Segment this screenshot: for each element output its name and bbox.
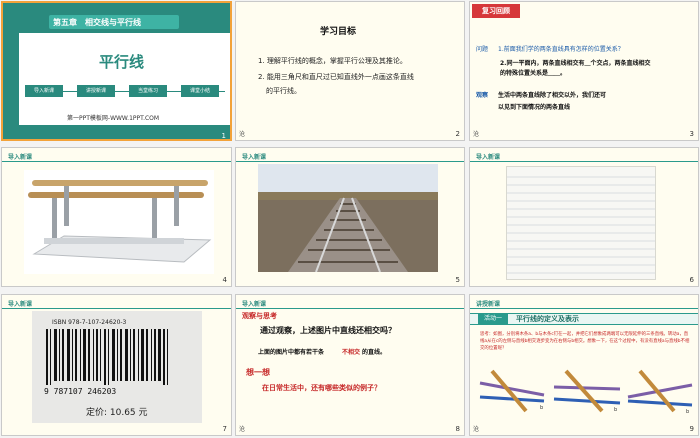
lined-paper-drawing bbox=[507, 176, 655, 274]
railway-track-drawing bbox=[258, 164, 438, 272]
question-2b: 的特殊位置关系是＿＿。 bbox=[500, 70, 567, 77]
chapter-title: 第五章 相交线与平行线 bbox=[53, 18, 141, 27]
slide-thumbnail-6[interactable]: 导入新课 6 bbox=[469, 147, 699, 287]
slide-number: 6 bbox=[689, 276, 694, 284]
slide-thumbnail-4[interactable]: 导入新课 4 bbox=[1, 147, 232, 287]
header-divider bbox=[236, 308, 464, 309]
nav-item-intro[interactable]: 导入新课 bbox=[25, 85, 63, 97]
slide-label: 导入新课 bbox=[8, 301, 33, 308]
answer-suffix: 的直线。 bbox=[362, 349, 387, 356]
slide-note: 沧 bbox=[239, 426, 246, 433]
slide-1-footer: 第一PPT模板网-WWW.1PPT.COM bbox=[67, 115, 160, 122]
activity-tag: 活动一 bbox=[478, 314, 508, 324]
lined-paper-image bbox=[506, 166, 656, 280]
observe-text-1: 生活中两条直线除了相交以外，我们还可 bbox=[498, 92, 607, 99]
nav-item-practice[interactable]: 当堂练习 bbox=[129, 85, 167, 97]
slide-1-bottom-band bbox=[3, 125, 230, 139]
question-2a: 2.同一平面内，两条直线相交有＿个交点，两条直线相交 bbox=[500, 60, 651, 67]
slide-thumbnail-2[interactable]: 学习目标 1. 理解平行线的概念，掌握平行公理及其推论。 2. 能用三角尺和直尺… bbox=[235, 1, 465, 141]
review-tag: 复习回顾 bbox=[472, 4, 520, 18]
slide-label: 导入新课 bbox=[242, 154, 267, 161]
answer-prefix: 上面的图片中都有若干条 bbox=[258, 349, 325, 356]
think-heading: 想一想 bbox=[246, 368, 270, 377]
observe-think-heading: 观察与思考 bbox=[242, 312, 277, 320]
think-question: 在日常生活中，还有哪些类似的例子？ bbox=[262, 384, 381, 392]
slide-number: 9 bbox=[689, 425, 694, 433]
answer-highlight: 不相交 bbox=[342, 349, 361, 356]
slide-thumbnail-9[interactable]: 讲授新课 活动一 平行线的定义及表示 思考：如图，分别将木条a、b与木条c钉在一… bbox=[469, 294, 699, 436]
slide-note: 沧 bbox=[239, 131, 246, 138]
question-label: 问题 bbox=[476, 46, 489, 53]
observe-label: 观察 bbox=[476, 92, 489, 99]
slide-label: 导入新课 bbox=[242, 301, 267, 308]
slide-2-heading: 学习目标 bbox=[320, 27, 357, 37]
slide-1-left-band bbox=[3, 3, 19, 139]
activity-title: 平行线的定义及表示 bbox=[516, 315, 579, 323]
observe-question: 通过观察，上述图片中直线还相交吗？ bbox=[260, 326, 396, 335]
slide-number: 8 bbox=[455, 425, 460, 433]
price-text: 定价: 10.65 元 bbox=[86, 408, 148, 418]
parallel-bars-drawing bbox=[28, 180, 212, 263]
nav-item-summary[interactable]: 课堂小结 bbox=[181, 85, 219, 97]
railway-track-image bbox=[258, 164, 438, 272]
slide-number: 3 bbox=[689, 130, 694, 138]
header-divider bbox=[470, 308, 698, 309]
slide-note: 沧 bbox=[473, 131, 480, 138]
goal-2-cont: 的平行线。 bbox=[266, 87, 301, 95]
slide-thumbnail-7[interactable]: 导入新课 ISBN 978-7-107-24620-3 9 787107 246… bbox=[1, 294, 232, 436]
nav-item-teach[interactable]: 讲授新课 bbox=[77, 85, 115, 97]
slide-note: 沧 bbox=[473, 426, 480, 433]
header-divider bbox=[236, 161, 464, 162]
goal-1: 1. 理解平行线的概念，掌握平行公理及其推论。 bbox=[258, 57, 407, 65]
slide-number: 2 bbox=[455, 130, 460, 138]
barcode-number: 9 787107 246203 bbox=[44, 387, 117, 396]
think-paragraph: 思考：如图，分别将木条a、b与木条c钉在一起，并把它们想象成两端可以无限延伸的三… bbox=[480, 332, 690, 351]
nav-row: 导入新课 讲授新课 当堂练习 课堂小结 bbox=[25, 85, 225, 97]
header-divider bbox=[470, 161, 698, 162]
svg-text:b: b bbox=[540, 405, 543, 411]
slide-thumbnail-1[interactable]: 第五章 相交线与平行线 平行线 导入新课 讲授新课 当堂练习 课堂小结 第一PP… bbox=[1, 1, 232, 141]
header-divider bbox=[2, 161, 231, 162]
parallel-bars-image bbox=[24, 170, 214, 274]
slide-label: 导入新课 bbox=[8, 154, 33, 161]
slide-thumbnail-3[interactable]: 复习回顾 问题 1.前面我们学的两条直线具有怎样的位置关系？ 2.同一平面内，两… bbox=[469, 1, 699, 141]
svg-text:b: b bbox=[686, 409, 689, 415]
slide-number: 4 bbox=[222, 276, 227, 284]
slide-label: 讲授新课 bbox=[476, 301, 501, 308]
observe-text-2: 以见到下面情况的两条直线 bbox=[498, 104, 571, 111]
slide-number: 5 bbox=[455, 276, 460, 284]
slide-number: 7 bbox=[222, 425, 227, 433]
question-1: 1.前面我们学的两条直线具有怎样的位置关系？ bbox=[498, 46, 624, 53]
slide-label: 导入新课 bbox=[476, 154, 501, 161]
goal-2: 2. 能用三角尺和直尺过已知直线外一点画这条直线 bbox=[258, 73, 414, 81]
header-divider bbox=[2, 308, 231, 309]
svg-text:b: b bbox=[614, 407, 617, 413]
slide-thumbnail-8[interactable]: 导入新课 观察与思考 通过观察，上述图片中直线还相交吗？ 上面的图片中都有若干条… bbox=[235, 294, 465, 436]
rotating-strips-figure: b b b bbox=[479, 369, 693, 415]
slide-sorter-grid: 第五章 相交线与平行线 平行线 导入新课 讲授新课 当堂练习 课堂小结 第一PP… bbox=[0, 0, 700, 438]
barcode-image: ISBN 978-7-107-24620-3 9 787107 246203 定… bbox=[32, 311, 202, 423]
slide-number: 1 bbox=[221, 132, 226, 140]
slide-thumbnail-5[interactable]: 导入新课 5 bbox=[235, 147, 465, 287]
slide-1-title: 平行线 bbox=[99, 53, 145, 71]
